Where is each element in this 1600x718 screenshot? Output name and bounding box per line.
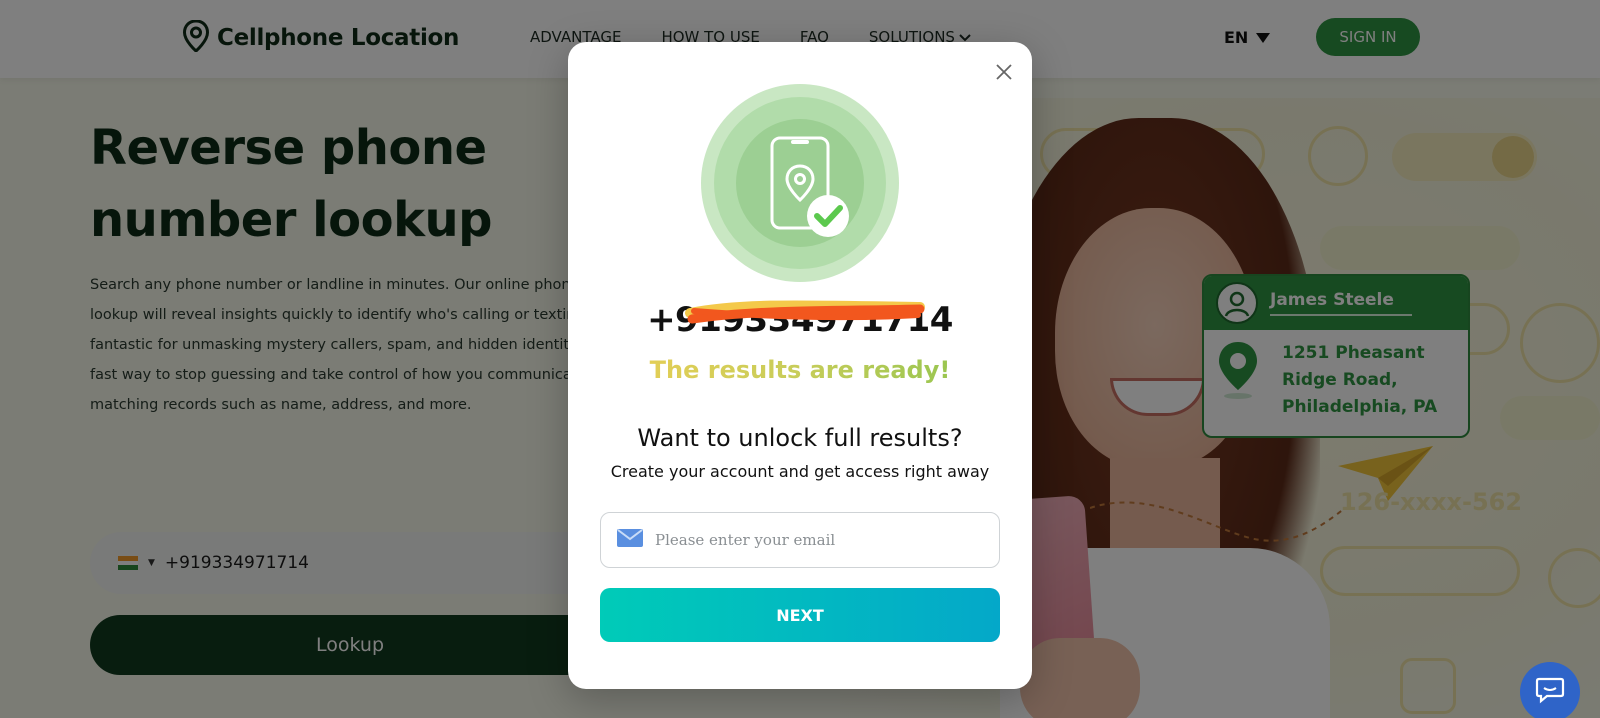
next-button[interactable]: NEXT: [600, 588, 1000, 642]
create-account-subtitle: Create your account and get access right…: [610, 462, 990, 481]
chat-bubble-icon: [1535, 676, 1565, 708]
chat-button[interactable]: [1520, 662, 1580, 718]
envelope-icon: [617, 529, 643, 551]
redaction-scribble: [685, 300, 925, 324]
unlock-heading: Want to unlock full results?: [637, 424, 963, 452]
results-ready-heading: The results are ready!: [568, 356, 1032, 384]
close-icon: [995, 63, 1013, 85]
email-field[interactable]: [600, 512, 1000, 568]
close-button[interactable]: [988, 58, 1020, 90]
phone-verified-icon: [701, 84, 899, 282]
signup-modal: +919334971714 The results are ready! Wan…: [568, 42, 1032, 689]
email-input[interactable]: [655, 531, 975, 549]
